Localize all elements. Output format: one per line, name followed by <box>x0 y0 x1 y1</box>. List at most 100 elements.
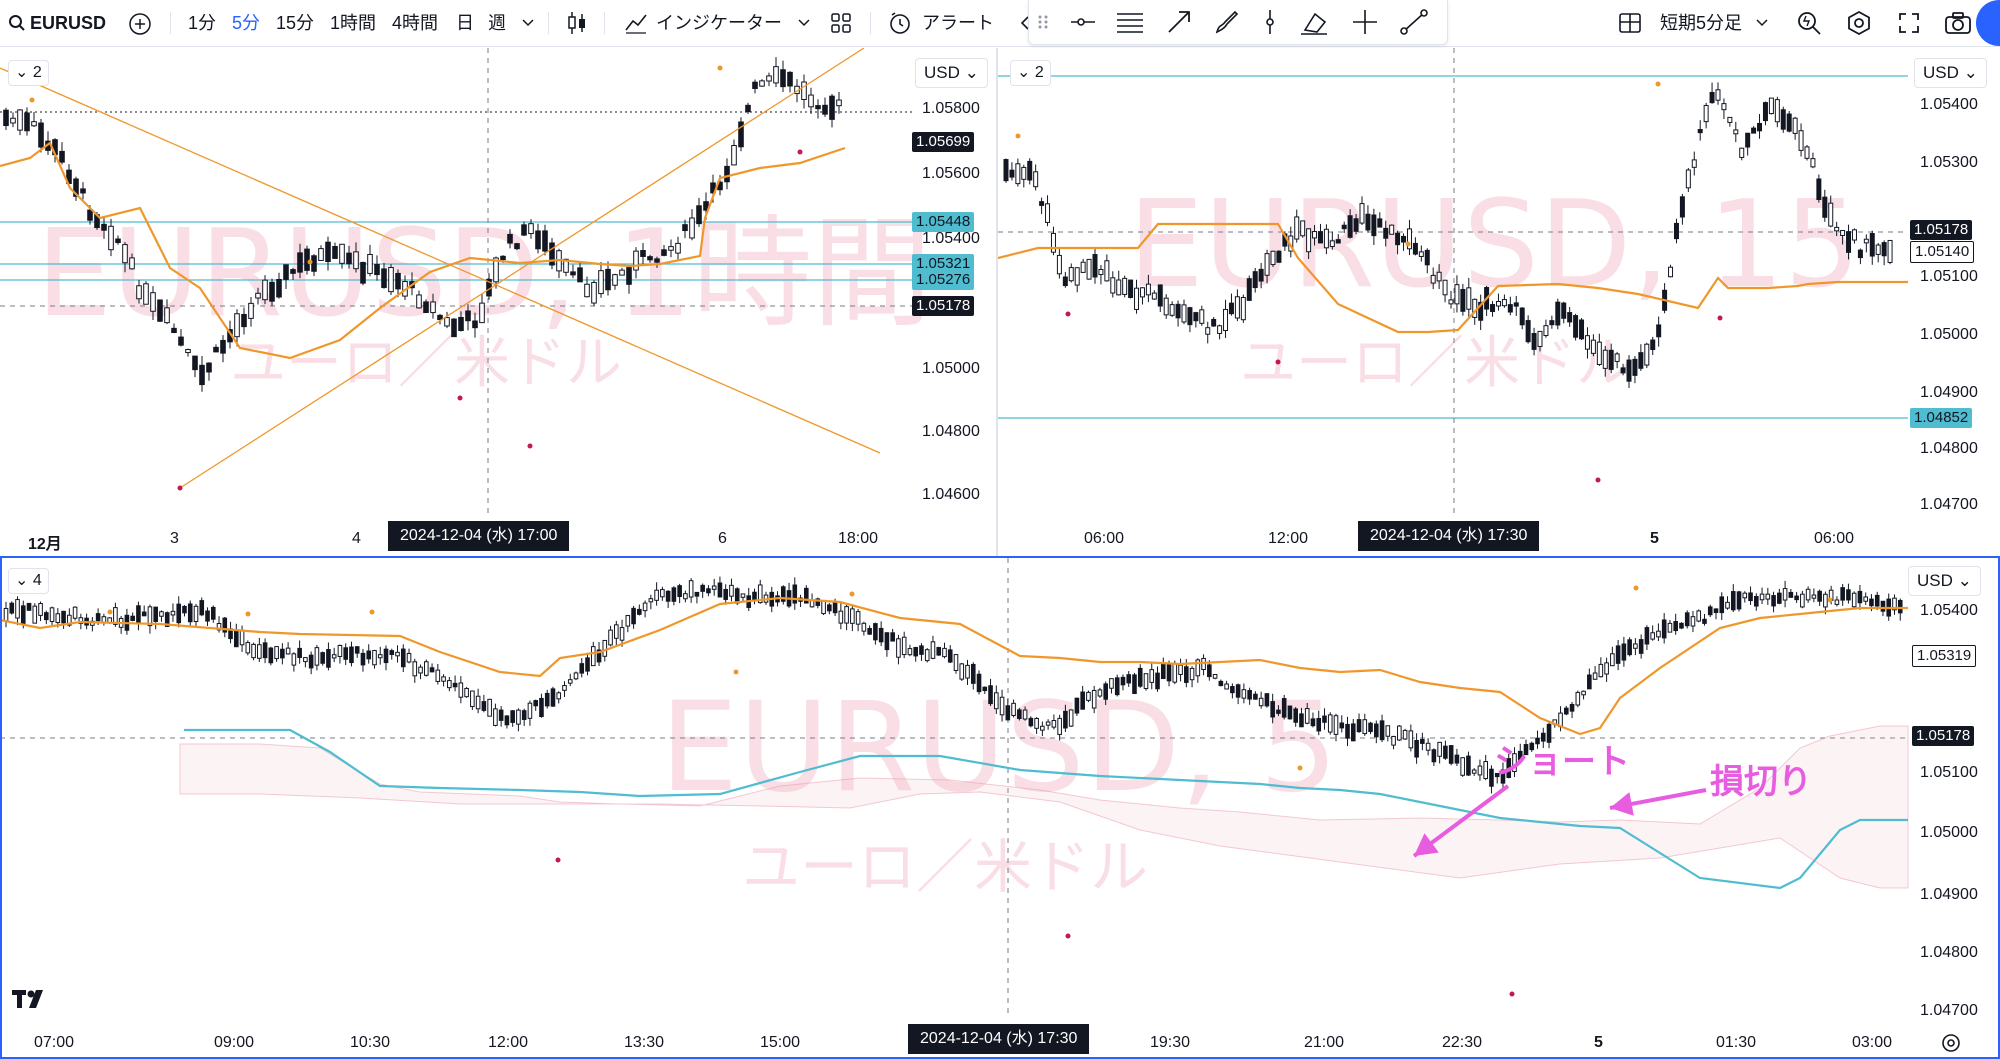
candle-body <box>1765 593 1771 600</box>
bar-style-icon[interactable] <box>566 10 588 36</box>
horizontal-ray-icon[interactable] <box>1069 12 1097 32</box>
currency-select[interactable]: USD ⌄ <box>1908 566 1981 596</box>
interval-1h[interactable]: 1時間 <box>330 0 376 46</box>
candle-body <box>706 588 711 594</box>
candle-body <box>136 605 141 623</box>
alert-icon[interactable] <box>888 11 912 35</box>
candle-body <box>1293 708 1298 723</box>
crosshair-icon[interactable] <box>1351 8 1379 36</box>
currency-select[interactable]: USD ⌄ <box>915 58 988 88</box>
candle-body <box>516 709 521 725</box>
fullscreen-icon[interactable] <box>1898 12 1920 34</box>
candle-body <box>1661 619 1667 639</box>
pivot-marker <box>555 857 561 863</box>
quick-search-icon[interactable] <box>1796 10 1822 36</box>
indicator-collapse-button[interactable]: ⌄ 2 <box>1010 60 1051 86</box>
interval-1m[interactable]: 1分 <box>188 0 216 46</box>
candle-body <box>1339 722 1345 729</box>
candle-body <box>24 112 30 132</box>
candle-body <box>1490 304 1496 312</box>
candle-body <box>1097 689 1103 697</box>
candle-body <box>1751 127 1757 134</box>
candle-body <box>1322 715 1327 723</box>
currency-label: USD <box>1923 63 1959 82</box>
interval-15m[interactable]: 15分 <box>276 0 314 46</box>
chevron-down-icon[interactable] <box>1756 18 1768 28</box>
price-tick: 1.05100 <box>1920 764 1978 781</box>
candle-body <box>1045 721 1051 726</box>
candle-body <box>1005 705 1011 721</box>
symbol-search[interactable]: EURUSD <box>30 0 106 46</box>
candle-body <box>1786 113 1792 132</box>
layouts-icon[interactable] <box>830 12 852 34</box>
candle-body <box>1798 130 1804 151</box>
candle-body <box>360 261 366 284</box>
indicator-collapse-button[interactable]: ⌄ 2 <box>8 60 49 86</box>
candle-body <box>1537 330 1543 347</box>
interval-week[interactable]: 週 <box>488 0 506 46</box>
search-icon[interactable] <box>8 14 26 32</box>
interval-day[interactable]: 日 <box>456 0 474 46</box>
alert-button[interactable]: アラート <box>922 0 994 46</box>
candle-body <box>1172 663 1178 683</box>
candle-body <box>683 593 688 600</box>
candle-body <box>924 649 930 662</box>
camera-icon[interactable] <box>1944 11 1972 35</box>
candle-body <box>878 627 884 643</box>
indicators-icon[interactable] <box>624 12 648 34</box>
eraser-icon[interactable] <box>1299 8 1329 36</box>
candle-body <box>660 589 665 598</box>
drag-handle-icon[interactable] <box>1037 14 1049 30</box>
candle-body <box>1443 745 1448 759</box>
time-tick: 4 <box>352 530 361 547</box>
layout-name[interactable]: 短期5分足 <box>1660 0 1742 46</box>
chevron-down-icon[interactable] <box>798 18 810 28</box>
candle-body <box>343 647 348 660</box>
interval-5m[interactable]: 5分 <box>232 0 260 46</box>
candle-body <box>353 251 359 270</box>
candle-body <box>577 267 583 283</box>
candle-body <box>919 645 924 655</box>
candle-body <box>1621 643 1627 661</box>
brush-icon[interactable] <box>1213 8 1241 36</box>
price-plot-1h[interactable] <box>0 48 912 518</box>
candle-body <box>1028 717 1034 727</box>
pivot-marker <box>1717 315 1723 321</box>
price-plot-5m[interactable] <box>0 558 1909 1018</box>
candle-body <box>619 627 625 641</box>
arrow-icon[interactable] <box>1165 8 1193 36</box>
candle-body <box>759 80 765 87</box>
candle-body <box>1673 222 1679 240</box>
candle-body <box>1513 302 1519 307</box>
candle-body <box>1569 703 1575 712</box>
chevron-down-icon[interactable] <box>522 18 534 28</box>
vertical-line-icon[interactable] <box>1263 8 1277 36</box>
indicator-collapse-button[interactable]: ⌄ 4 <box>8 568 49 594</box>
indicators-button[interactable]: インジケーター <box>656 0 782 46</box>
candle-body <box>976 673 982 693</box>
candle-body <box>325 241 331 263</box>
chart-pane-5m[interactable]: EURUSD, 5 ユーロ／米ドル ショート 損切り ⌄ 4 USD ⌄ 1.0… <box>0 558 2000 1059</box>
interval-4h[interactable]: 4時間 <box>392 0 438 46</box>
candle-body <box>1709 91 1715 104</box>
layout-icon[interactable] <box>1618 12 1642 34</box>
currency-select[interactable]: USD ⌄ <box>1914 58 1987 88</box>
account-tab[interactable] <box>1976 0 2000 46</box>
candle-body <box>1564 707 1569 715</box>
trend-line-icon[interactable] <box>1399 8 1429 36</box>
parallel-lines-icon[interactable] <box>1115 10 1145 34</box>
candle-body <box>1771 595 1776 607</box>
price-plot-15m[interactable] <box>998 48 1908 518</box>
settings-icon[interactable] <box>1846 10 1872 36</box>
currency-label: USD <box>924 63 960 82</box>
crosshair-time-label: 2024-12-04 (水) 17:30 <box>908 1024 1090 1054</box>
add-symbol-icon[interactable] <box>128 12 152 36</box>
chart-pane-15m[interactable]: EURUSD, 15 ユーロ／米ドル ⌄ 2 USD ⌄ 1.05400 1.0… <box>998 48 2000 556</box>
settings-icon[interactable] <box>1940 1032 1962 1054</box>
candle-body <box>55 613 61 624</box>
candle-body <box>1408 730 1414 749</box>
candle-body <box>688 580 694 598</box>
candle-body <box>1137 667 1143 687</box>
chart-pane-1h[interactable]: EURUSD, 1時間 ユーロ／米ドル ⌄ 2 USD ⌄ 1.05800 1.… <box>0 48 996 556</box>
pivot-marker <box>1065 933 1071 939</box>
